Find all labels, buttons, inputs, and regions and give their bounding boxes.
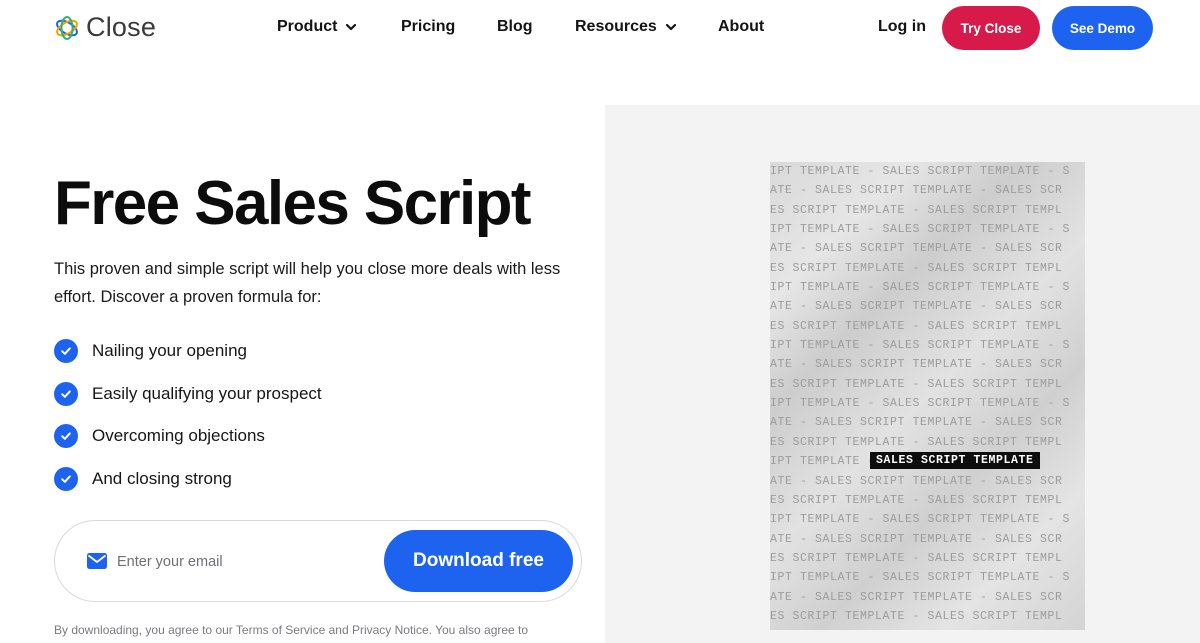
cover-line: IPT TEMPLATE - SALES SCRIPT TEMPLATE - S bbox=[770, 165, 1071, 178]
check-circle-icon bbox=[54, 381, 78, 406]
list-item-label: And closing strong bbox=[92, 468, 232, 488]
download-button[interactable]: Download free bbox=[384, 530, 573, 592]
hero-description: This proven and simple script will help … bbox=[54, 260, 561, 306]
cover-line: IPT TEMPLATE - SALES SCRIPT TEMPLATE - S bbox=[770, 571, 1071, 585]
site-header: Close Product Pricing Blog Resources Abo… bbox=[0, 0, 1200, 56]
nav-product-label: Product bbox=[277, 18, 338, 35]
cover-line: ATE - SALES SCRIPT TEMPLATE - SALES SCR bbox=[770, 590, 1063, 604]
cover-pattern: IPT TEMPLATE - SALES SCRIPT TEMPLATE - S… bbox=[770, 162, 1085, 626]
check-circle-icon bbox=[54, 424, 78, 449]
list-item: Easily qualifying your prospect bbox=[54, 373, 322, 416]
list-item-label: Easily qualifying your prospect bbox=[92, 383, 322, 403]
cover-line: ES SCRIPT TEMPLATE - SALES SCRIPT TEMPL bbox=[770, 493, 1063, 507]
list-item: Overcoming objections bbox=[54, 415, 322, 458]
cover-line: ES SCRIPT TEMPLATE - SALES SCRIPT TEMPL bbox=[770, 377, 1063, 391]
cover-line: IPT TEMPLATE - SALES SCRIPT TEMPLATE - S bbox=[770, 223, 1071, 237]
cover-line: ATE - SALES SCRIPT TEMPLATE - SALES SCR bbox=[770, 416, 1063, 430]
cover-line: IPT TEMPLATE - SALES SCRIPT TEMPLATE - S bbox=[770, 281, 1071, 295]
preview-panel: IPT TEMPLATE - SALES SCRIPT TEMPLATE - S… bbox=[605, 105, 1200, 643]
cover-line: IPT TEMPLATE - SALES SCRIPT TEMPLATE - S bbox=[770, 513, 1071, 527]
nav-resources-label: Resources bbox=[575, 18, 657, 35]
email-field[interactable] bbox=[117, 548, 367, 576]
cover-line: IPT TEMPLATE - SALES SCRIPT TEMPLATE - S bbox=[770, 397, 1071, 411]
cover-line: ATE - SALES SCRIPT TEMPLATE - SALES SCR bbox=[770, 300, 1063, 314]
script-cover-image: IPT TEMPLATE - SALES SCRIPT TEMPLATE - S… bbox=[770, 162, 1085, 630]
cover-line: ATE - SALES SCRIPT TEMPLATE - SALES SCR bbox=[770, 532, 1063, 546]
brand-name: Close bbox=[86, 12, 157, 42]
cover-line: ES SCRIPT TEMPLATE - SALES SCRIPT TEMPL bbox=[770, 435, 1063, 449]
nav-blog[interactable]: Blog bbox=[497, 18, 533, 36]
list-item-label: Nailing your opening bbox=[92, 341, 247, 361]
nav-about[interactable]: About bbox=[718, 18, 764, 36]
brand-logo[interactable]: Close bbox=[54, 12, 156, 43]
try-close-button[interactable]: Try Close bbox=[942, 6, 1040, 50]
cover-line: ATE - SALES SCRIPT TEMPLATE - SALES SCR bbox=[770, 358, 1063, 372]
login-link[interactable]: Log in bbox=[878, 18, 926, 36]
cover-line: ATE - SALES SCRIPT TEMPLATE - SALES SCR bbox=[770, 474, 1063, 488]
email-signup-form: Download free bbox=[54, 520, 582, 602]
page-title: Free Sales Script bbox=[54, 169, 532, 238]
mail-icon bbox=[87, 553, 107, 569]
list-item-label: Overcoming objections bbox=[92, 426, 265, 446]
check-circle-icon bbox=[54, 466, 78, 491]
nav-resources[interactable]: Resources bbox=[575, 18, 677, 36]
chevron-down-icon bbox=[665, 23, 676, 31]
legal-fineprint: By downloading, you agree to our Terms o… bbox=[54, 623, 529, 637]
list-item: Nailing your opening bbox=[54, 330, 322, 373]
cover-line: ES SCRIPT TEMPLATE - SALES SCRIPT TEMPL bbox=[770, 203, 1063, 217]
chevron-down-icon bbox=[346, 23, 357, 31]
cover-line: ES SCRIPT TEMPLATE - SALES SCRIPT TEMPL bbox=[770, 551, 1063, 565]
cover-line: ES SCRIPT TEMPLATE - SALES SCRIPT TEMPL bbox=[770, 319, 1063, 333]
cover-line: ATE - SALES SCRIPT TEMPLATE - SALES SCR bbox=[770, 184, 1063, 198]
nav-pricing[interactable]: Pricing bbox=[401, 18, 455, 36]
list-item: And closing strong bbox=[54, 458, 322, 501]
cover-line: ATE - SALES SCRIPT TEMPLATE - SALES SCR bbox=[770, 242, 1063, 256]
nav-product[interactable]: Product bbox=[277, 18, 357, 36]
see-demo-button[interactable]: See Demo bbox=[1052, 6, 1153, 50]
cover-line: ES SCRIPT TEMPLATE - SALES SCRIPT TEMPL bbox=[770, 261, 1063, 275]
cover-line: ES SCRIPT TEMPLATE - SALES SCRIPT TEMPL bbox=[770, 609, 1063, 623]
benefit-list: Nailing your opening Easily qualifying y… bbox=[54, 330, 322, 500]
cover-line: IPT TEMPLATE - SALES SCRIPT TEMPLATE - S bbox=[770, 339, 1071, 353]
cover-title-label: SALES SCRIPT TEMPLATE bbox=[870, 452, 1040, 469]
check-circle-icon bbox=[54, 339, 78, 364]
close-logo-icon bbox=[56, 15, 78, 40]
